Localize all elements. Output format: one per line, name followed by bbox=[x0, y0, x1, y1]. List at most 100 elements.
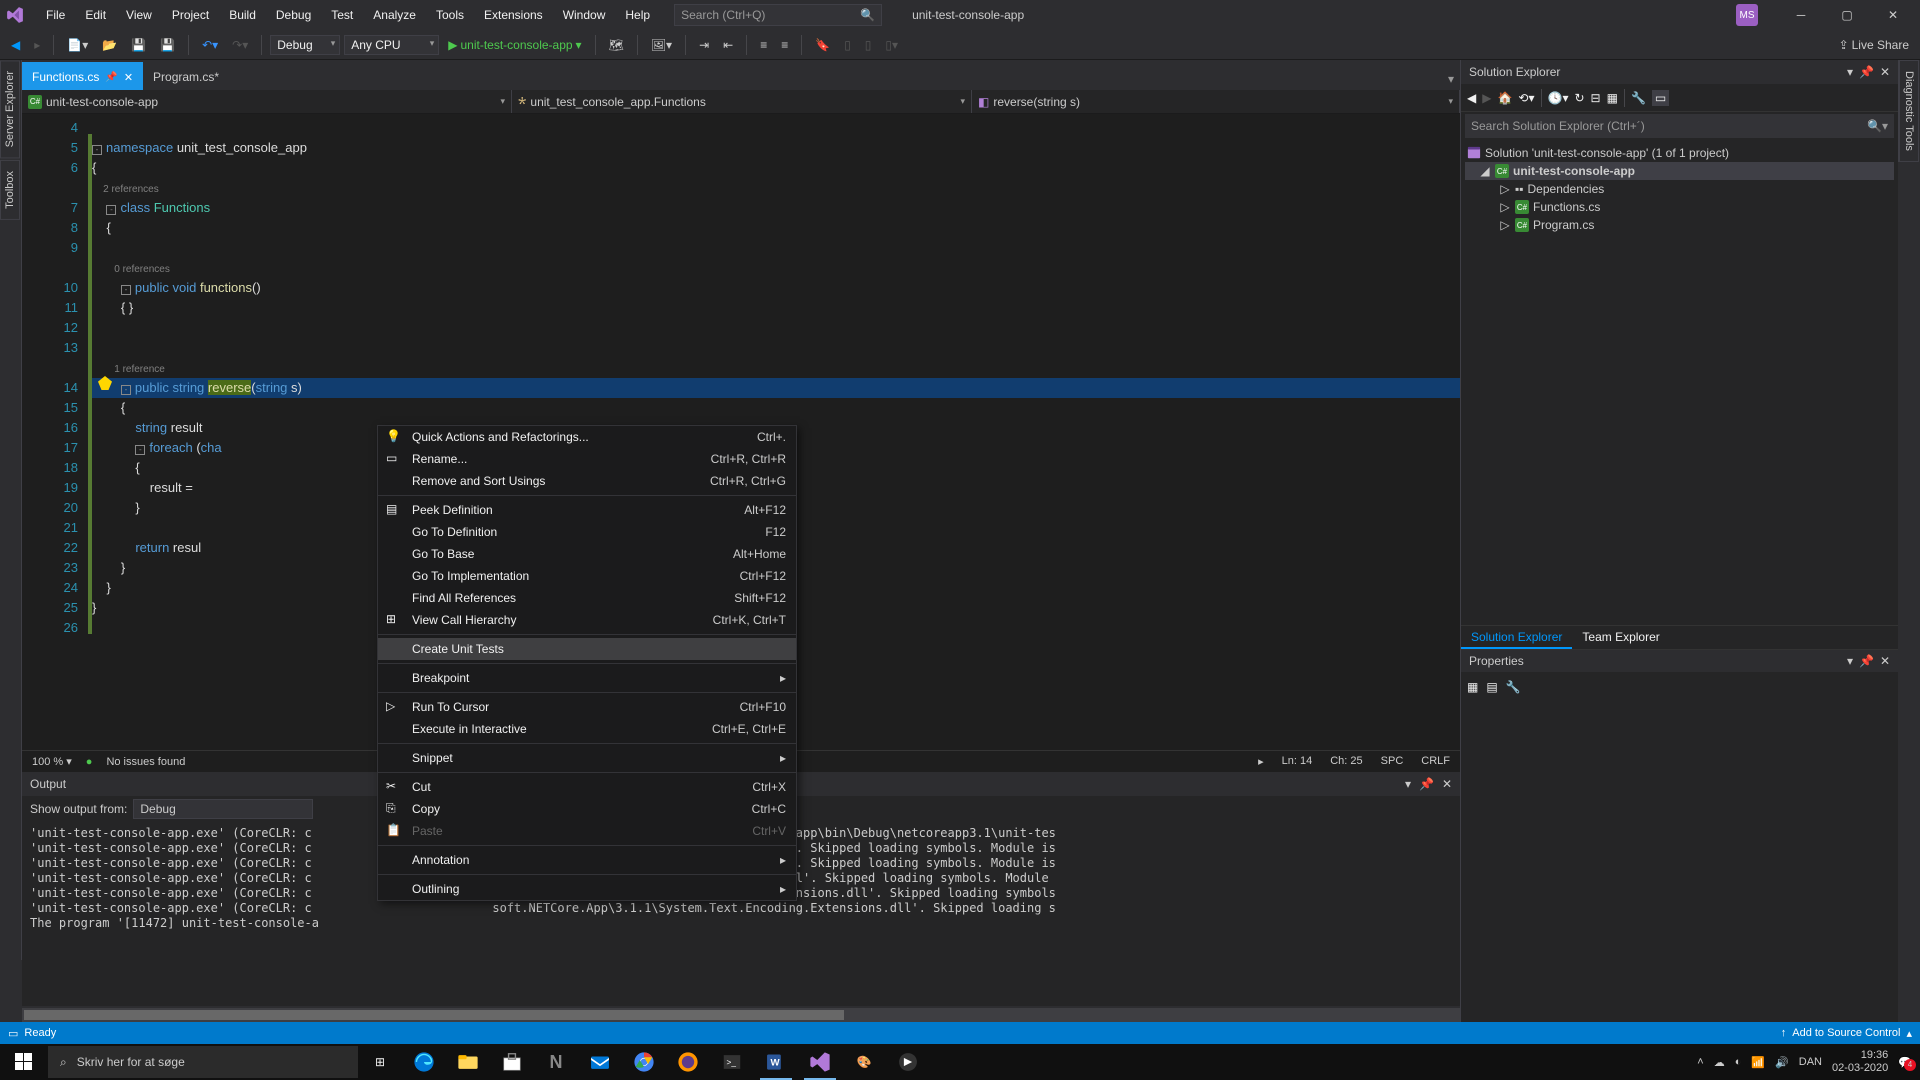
tab-functions[interactable]: Functions.cs 📌 ✕ bbox=[22, 62, 143, 90]
deps-node[interactable]: ▷ ▪▪ Dependencies bbox=[1465, 180, 1894, 198]
props-alpha-icon[interactable]: ▤ bbox=[1486, 680, 1497, 694]
ctx-annotation[interactable]: Annotation▸ bbox=[378, 849, 796, 871]
solexp-home-icon[interactable]: 🏠 bbox=[1497, 91, 1512, 105]
liveshare-button[interactable]: ⇪ Live Share bbox=[1834, 35, 1914, 55]
props-close-icon[interactable]: ✕ bbox=[1880, 654, 1890, 668]
expand-icon[interactable]: ▷ bbox=[1499, 218, 1511, 232]
tb-more-icon[interactable]: ▯▾ bbox=[880, 35, 903, 55]
menu-file[interactable]: File bbox=[36, 2, 75, 28]
menu-extensions[interactable]: Extensions bbox=[474, 2, 553, 28]
tb-icon-1[interactable]: 🗺 bbox=[604, 35, 629, 55]
tray-lang[interactable]: DAN bbox=[1799, 1056, 1822, 1068]
menu-build[interactable]: Build bbox=[219, 2, 266, 28]
start-button[interactable] bbox=[0, 1044, 48, 1080]
nav-fwd-button[interactable]: ▸ bbox=[29, 35, 45, 55]
tb-bookmark-icon[interactable]: 🔖 bbox=[810, 35, 835, 55]
ctx-execute-in-interactive[interactable]: Execute in InteractiveCtrl+E, Ctrl+E bbox=[378, 718, 796, 740]
tb-step2-icon[interactable]: ⇤ bbox=[718, 35, 738, 55]
menu-debug[interactable]: Debug bbox=[266, 2, 321, 28]
solexp-sync-icon[interactable]: ⟲▾ bbox=[1518, 91, 1534, 105]
solexp-search[interactable]: Search Solution Explorer (Ctrl+´) 🔍▾ bbox=[1465, 114, 1894, 138]
ctx-peek-definition[interactable]: ▤Peek DefinitionAlt+F12 bbox=[378, 499, 796, 521]
tab-program[interactable]: Program.cs* bbox=[143, 64, 229, 90]
ctx-copy[interactable]: ⎘CopyCtrl+C bbox=[378, 798, 796, 820]
tab-overflow-icon[interactable]: ▾ bbox=[1442, 68, 1460, 90]
solexp-preview-icon[interactable]: ▭ bbox=[1652, 90, 1669, 106]
solexp-refresh-icon[interactable]: 🕓▾ bbox=[1548, 91, 1569, 105]
ctx-go-to-definition[interactable]: Go To DefinitionF12 bbox=[378, 521, 796, 543]
ctx-breakpoint[interactable]: Breakpoint▸ bbox=[378, 667, 796, 689]
solexp-fwd-icon[interactable]: ▶ bbox=[1482, 91, 1491, 105]
props-wrench-icon[interactable]: 🔧 bbox=[1506, 680, 1521, 694]
paint-icon[interactable]: 🎨 bbox=[842, 1044, 886, 1080]
ctx-outlining[interactable]: Outlining▸ bbox=[378, 878, 796, 900]
nav-project[interactable]: C# unit-test-console-app bbox=[22, 90, 512, 113]
output-dropdown-icon[interactable]: ▾ bbox=[1405, 777, 1411, 791]
nav-class[interactable]: 🞰 unit_test_console_app.Functions bbox=[512, 90, 972, 113]
project-node[interactable]: ◢ C# unit-test-console-app bbox=[1465, 162, 1894, 180]
source-control-dd[interactable]: ▴ bbox=[1906, 1027, 1912, 1040]
menu-edit[interactable]: Edit bbox=[75, 2, 116, 28]
diagnostic-tools-tab[interactable]: Diagnostic Tools bbox=[1899, 60, 1919, 162]
config-dropdown[interactable]: Debug bbox=[270, 35, 340, 55]
ctx-quick-actions-and-refactorings-[interactable]: 💡Quick Actions and Refactorings...Ctrl+. bbox=[378, 426, 796, 448]
output-hscroll[interactable] bbox=[22, 1008, 1460, 1022]
solution-tree[interactable]: Solution 'unit-test-console-app' (1 of 1… bbox=[1461, 140, 1898, 625]
server-explorer-tab[interactable]: Server Explorer bbox=[0, 60, 20, 158]
tb-comment-icon[interactable]: ▯ bbox=[839, 35, 856, 55]
terminal-icon[interactable]: >_ bbox=[710, 1044, 754, 1080]
mail-icon[interactable] bbox=[578, 1044, 622, 1080]
user-avatar[interactable]: MS bbox=[1736, 4, 1758, 26]
ctx-run-to-cursor[interactable]: ▷Run To CursorCtrl+F10 bbox=[378, 696, 796, 718]
new-project-button[interactable]: 📄▾ bbox=[62, 35, 93, 55]
ctx-go-to-base[interactable]: Go To BaseAlt+Home bbox=[378, 543, 796, 565]
toolbox-tab[interactable]: Toolbox bbox=[0, 160, 20, 220]
ctx-create-unit-tests[interactable]: Create Unit Tests bbox=[378, 638, 796, 660]
maximize-button[interactable]: ▢ bbox=[1824, 0, 1870, 30]
solexp-refresh2-icon[interactable]: ↻ bbox=[1574, 91, 1584, 105]
solexp-back-icon[interactable]: ◀ bbox=[1467, 91, 1476, 105]
explorer-icon[interactable] bbox=[446, 1044, 490, 1080]
tb-uncomment-icon[interactable]: ▯ bbox=[860, 35, 877, 55]
tb-icon-2[interactable]: 🖼▾ bbox=[646, 35, 677, 55]
tray-clock[interactable]: 19:36 02-03-2020 bbox=[1832, 1049, 1888, 1075]
solexp-dd-icon[interactable]: ▾ bbox=[1847, 65, 1853, 79]
zoom-dropdown[interactable]: 100 % ▾ bbox=[32, 755, 72, 768]
tb-step-icon[interactable]: ⇥ bbox=[694, 35, 714, 55]
nav-member[interactable]: ◧ reverse(string s) bbox=[972, 90, 1460, 113]
tray-up-icon[interactable]: ˄ bbox=[1697, 1056, 1703, 1068]
tray-onedrive-icon[interactable]: ☁ bbox=[1714, 1056, 1725, 1069]
props-cat-icon[interactable]: ▦ bbox=[1467, 680, 1478, 694]
pin-icon[interactable]: 📌 bbox=[105, 72, 117, 83]
ctx-snippet[interactable]: Snippet▸ bbox=[378, 747, 796, 769]
solexp-props-icon[interactable]: 🔧 bbox=[1631, 91, 1646, 105]
expand-icon[interactable]: ▷ bbox=[1499, 200, 1511, 214]
close-tab-icon[interactable]: ✕ bbox=[124, 71, 133, 84]
solution-node[interactable]: Solution 'unit-test-console-app' (1 of 1… bbox=[1465, 144, 1894, 162]
save-button[interactable]: 💾 bbox=[126, 35, 151, 55]
file-functions-node[interactable]: ▷ C# Functions.cs bbox=[1465, 198, 1894, 216]
quick-search[interactable]: Search (Ctrl+Q) 🔍 bbox=[674, 4, 882, 26]
edge-icon[interactable] bbox=[402, 1044, 446, 1080]
undo-button[interactable]: ↶▾ bbox=[197, 35, 223, 55]
start-button[interactable]: ▶ unit-test-console-app ▾ bbox=[443, 35, 586, 55]
ctx-go-to-implementation[interactable]: Go To ImplementationCtrl+F12 bbox=[378, 565, 796, 587]
tray-app-icon[interactable]: ◐ bbox=[1735, 1056, 1742, 1068]
notion-icon[interactable]: N bbox=[534, 1044, 578, 1080]
expand-icon[interactable]: ▷ bbox=[1499, 182, 1511, 196]
ctx-view-call-hierarchy[interactable]: ⊞View Call HierarchyCtrl+K, Ctrl+T bbox=[378, 609, 796, 631]
ctx-find-all-references[interactable]: Find All ReferencesShift+F12 bbox=[378, 587, 796, 609]
menu-test[interactable]: Test bbox=[321, 2, 363, 28]
notifications-icon[interactable]: 💬4 bbox=[1898, 1056, 1912, 1069]
tb-indent-icon[interactable]: ≡ bbox=[755, 35, 772, 55]
tray-volume-icon[interactable]: 🔊 bbox=[1775, 1056, 1789, 1069]
ctx-cut[interactable]: ✂CutCtrl+X bbox=[378, 776, 796, 798]
menu-analyze[interactable]: Analyze bbox=[363, 2, 426, 28]
ctx-remove-and-sort-usings[interactable]: Remove and Sort UsingsCtrl+R, Ctrl+G bbox=[378, 470, 796, 492]
nav-right-icon[interactable]: ▸ bbox=[1258, 755, 1264, 768]
menu-window[interactable]: Window bbox=[553, 2, 616, 28]
save-all-button[interactable]: 💾 bbox=[155, 35, 180, 55]
task-view-icon[interactable]: ⊞ bbox=[358, 1044, 402, 1080]
vs-taskbar-icon[interactable] bbox=[798, 1044, 842, 1080]
solexp-collapse-icon[interactable]: ⊟ bbox=[1591, 91, 1601, 105]
